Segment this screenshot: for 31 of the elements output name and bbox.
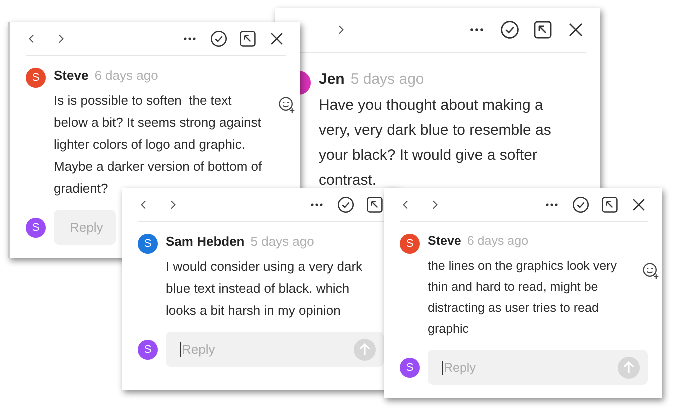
user-avatar: S <box>26 218 46 238</box>
author-name: Sam Hebden <box>166 234 245 249</box>
comment-text: the lines on the graphics look very thin and hard to read, might be distracting as user tries to read graphic <box>428 258 618 338</box>
timestamp: 5 days ago <box>350 71 424 88</box>
expand-icon[interactable] <box>601 196 619 214</box>
author-name: Jen <box>319 71 345 88</box>
expand-icon[interactable] <box>533 20 553 40</box>
reply-field[interactable]: Reply <box>54 210 116 245</box>
avatar: S <box>138 234 158 254</box>
reply-field[interactable]: Reply <box>428 350 648 385</box>
author-name: Steve <box>428 234 462 248</box>
comment-text: I would consider using a very dark blue text instead of black. which looks a bit harsh in my opinion <box>166 258 364 320</box>
check-circle-icon[interactable] <box>572 196 590 214</box>
check-circle-icon[interactable] <box>500 20 520 40</box>
timestamp: 5 days ago <box>250 234 314 249</box>
expand-icon[interactable] <box>366 196 384 214</box>
comment-text: Is is possible to soften the text below a bit? It seems strong against lighter colors of logo and graphic. Maybe a darker version of bottom of gradient? <box>54 92 264 198</box>
add-reaction-icon[interactable] <box>278 96 296 114</box>
reply-field[interactable]: Reply <box>166 332 384 367</box>
add-reaction-icon[interactable] <box>642 262 660 280</box>
avatar: S <box>26 68 46 88</box>
user-avatar: S <box>400 358 420 378</box>
expand-icon[interactable] <box>239 30 257 48</box>
user-avatar: S <box>138 340 158 360</box>
timestamp: 6 days ago <box>467 234 529 248</box>
timestamp: 6 days ago <box>94 68 158 83</box>
check-circle-icon[interactable] <box>210 30 228 48</box>
check-circle-icon[interactable] <box>337 196 355 214</box>
author-name: Steve <box>54 68 89 83</box>
avatar: S <box>400 234 420 254</box>
comment-text: Have you thought about making a very, very dark blue to resemble as your black? It would give a softer contrast. <box>319 96 552 191</box>
